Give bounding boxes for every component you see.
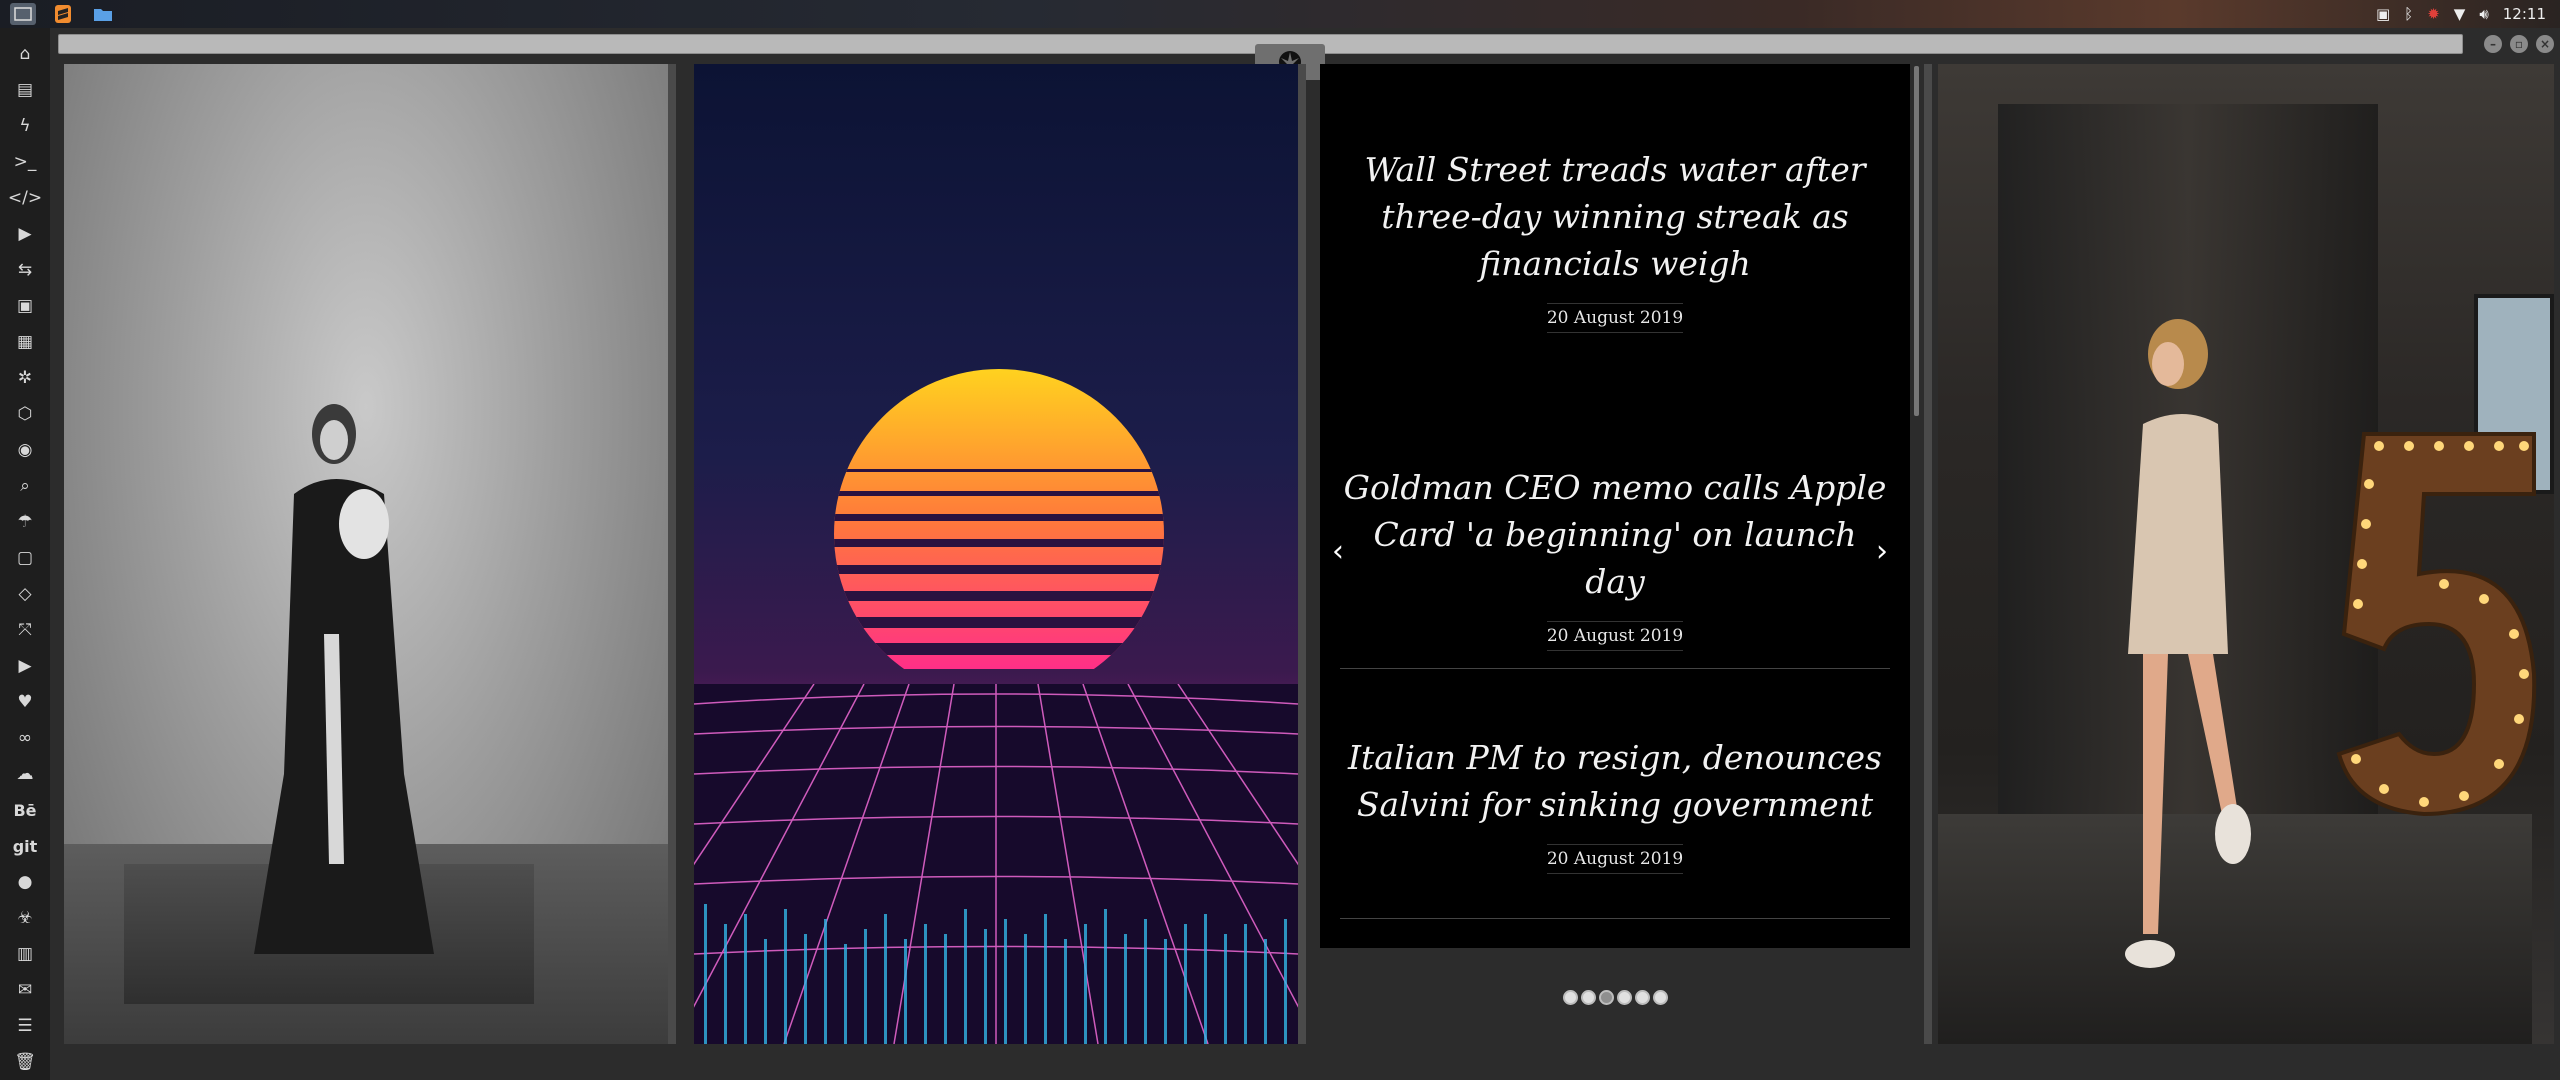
play-icon[interactable]: ▶ [10,216,40,252]
slide-divider [1340,918,1890,919]
news-scrollbar-thumb[interactable] [1914,66,1919,416]
sun-graphic [834,369,1164,669]
launcher [0,3,116,25]
mail-icon[interactable]: ✉ [10,972,40,1008]
window-controls: – ▫ × [2484,35,2554,53]
marquee-five-sign [2336,432,2537,817]
bolt-icon[interactable]: ϟ [10,108,40,144]
close-button[interactable]: × [2536,35,2554,53]
news-slide[interactable]: Goldman CEO memo calls Apple Card 'a beg… [1340,464,1890,651]
expand-icon[interactable]: ⤧ [10,612,40,648]
server-icon[interactable]: ☰ [10,1008,40,1044]
home-icon[interactable]: ⌂ [10,36,40,72]
update-icon[interactable]: ✹ [2427,5,2440,23]
image-icon[interactable]: ▣ [10,288,40,324]
sublime-icon[interactable] [50,3,76,25]
photo-panel-bw [64,64,668,1044]
translate-icon[interactable]: ⇆ [10,252,40,288]
terminal-icon[interactable]: >_ [10,144,40,180]
document-icon[interactable]: ▤ [10,72,40,108]
side-dock: ⌂ ▤ ϟ >_ </> ▶ ⇆ ▣ ▦ ✲ ⬡ ◉ ⌕ ☂ ▢ ◇ ⤧ ▶ ♥ ∞ ☁ Bē git ● ☣ ▥ ✉ ☰ 🗑 [0,28,50,1080]
photo-panel-five [1938,64,2554,1044]
news-date: 20 August 2019 [1546,844,1684,874]
maximize-button[interactable]: ▫ [2510,35,2528,53]
pager-dot[interactable] [1616,990,1632,1005]
bluetooth-icon[interactable]: ᛒ [2404,5,2413,23]
pager-dot[interactable] [1562,990,1578,1005]
photo-subject [2125,319,2251,968]
news-date: 20 August 2019 [1546,303,1684,333]
hexagon-icon[interactable]: ⬡ [10,396,40,432]
news-headline[interactable]: Italian PM to resign, denounces Salvini … [1340,734,1890,828]
news-slide[interactable]: Italian PM to resign, denounces Salvini … [1340,734,1890,874]
news-slide[interactable]: Wall Street treads water after three-day… [1340,146,1890,333]
code-icon[interactable]: </> [8,180,42,216]
trash-icon[interactable]: 🗑 [10,1044,40,1080]
behance-icon[interactable]: Bē [10,792,40,828]
globe-icon[interactable]: ◉ [10,432,40,468]
map-icon[interactable]: ▥ [10,936,40,972]
search-icon[interactable]: ⌕ [10,468,40,504]
pager-dot[interactable] [1580,990,1596,1005]
news-slider: Wall Street treads water after three-day… [1320,64,1910,1044]
news-headline[interactable]: Wall Street treads water after three-day… [1340,146,1890,287]
slider-pager [1320,948,1910,1044]
pager-dot[interactable] [1634,990,1650,1005]
news-list: Wall Street treads water after three-day… [1320,64,1910,948]
biohazard-icon[interactable]: ☣ [10,900,40,936]
synthwave-panel [694,64,1298,1044]
news-headline[interactable]: Goldman CEO memo calls Apple Card 'a beg… [1340,464,1890,605]
github-icon[interactable]: ● [10,864,40,900]
heart-icon[interactable]: ♥ [10,684,40,720]
slide-divider [1340,668,1890,669]
pager-dot[interactable] [1598,990,1614,1005]
system-tray: ▣ ᛒ ✹ ▼ 🔊︎ 12:11 [2376,0,2546,28]
screenshot-icon[interactable]: ▣ [2376,5,2390,23]
minimize-button[interactable]: – [2484,35,2502,53]
tag-icon[interactable]: ◇ [10,576,40,612]
cloud-icon[interactable]: ☁ [10,756,40,792]
aperture-icon[interactable]: ✲ [10,360,40,396]
system-top-bar: ▣ ᛒ ✹ ▼ 🔊︎ 12:11 [0,0,2560,28]
next-arrow-button[interactable]: › [1876,534,1888,569]
neon-grid [694,684,1298,1044]
clock[interactable]: 12:11 [2503,5,2546,23]
prev-arrow-button[interactable]: ‹ [1332,534,1344,569]
infinity-icon[interactable]: ∞ [10,720,40,756]
volume-icon[interactable]: 🔊︎ [2479,5,2488,23]
news-date: 20 August 2019 [1546,621,1684,651]
pager-dot[interactable] [1652,990,1668,1005]
folder-icon[interactable] [90,3,116,25]
youtube-icon[interactable]: ▶ [10,648,40,684]
desktop-icon[interactable] [10,3,36,25]
wifi-icon[interactable]: ▼ [2454,5,2466,23]
news-icon[interactable]: ▦ [10,324,40,360]
git-icon[interactable]: git [10,828,40,864]
contact-icon[interactable]: ▢ [10,540,40,576]
photo-subject [254,404,434,954]
umbrella-icon[interactable]: ☂ [10,504,40,540]
